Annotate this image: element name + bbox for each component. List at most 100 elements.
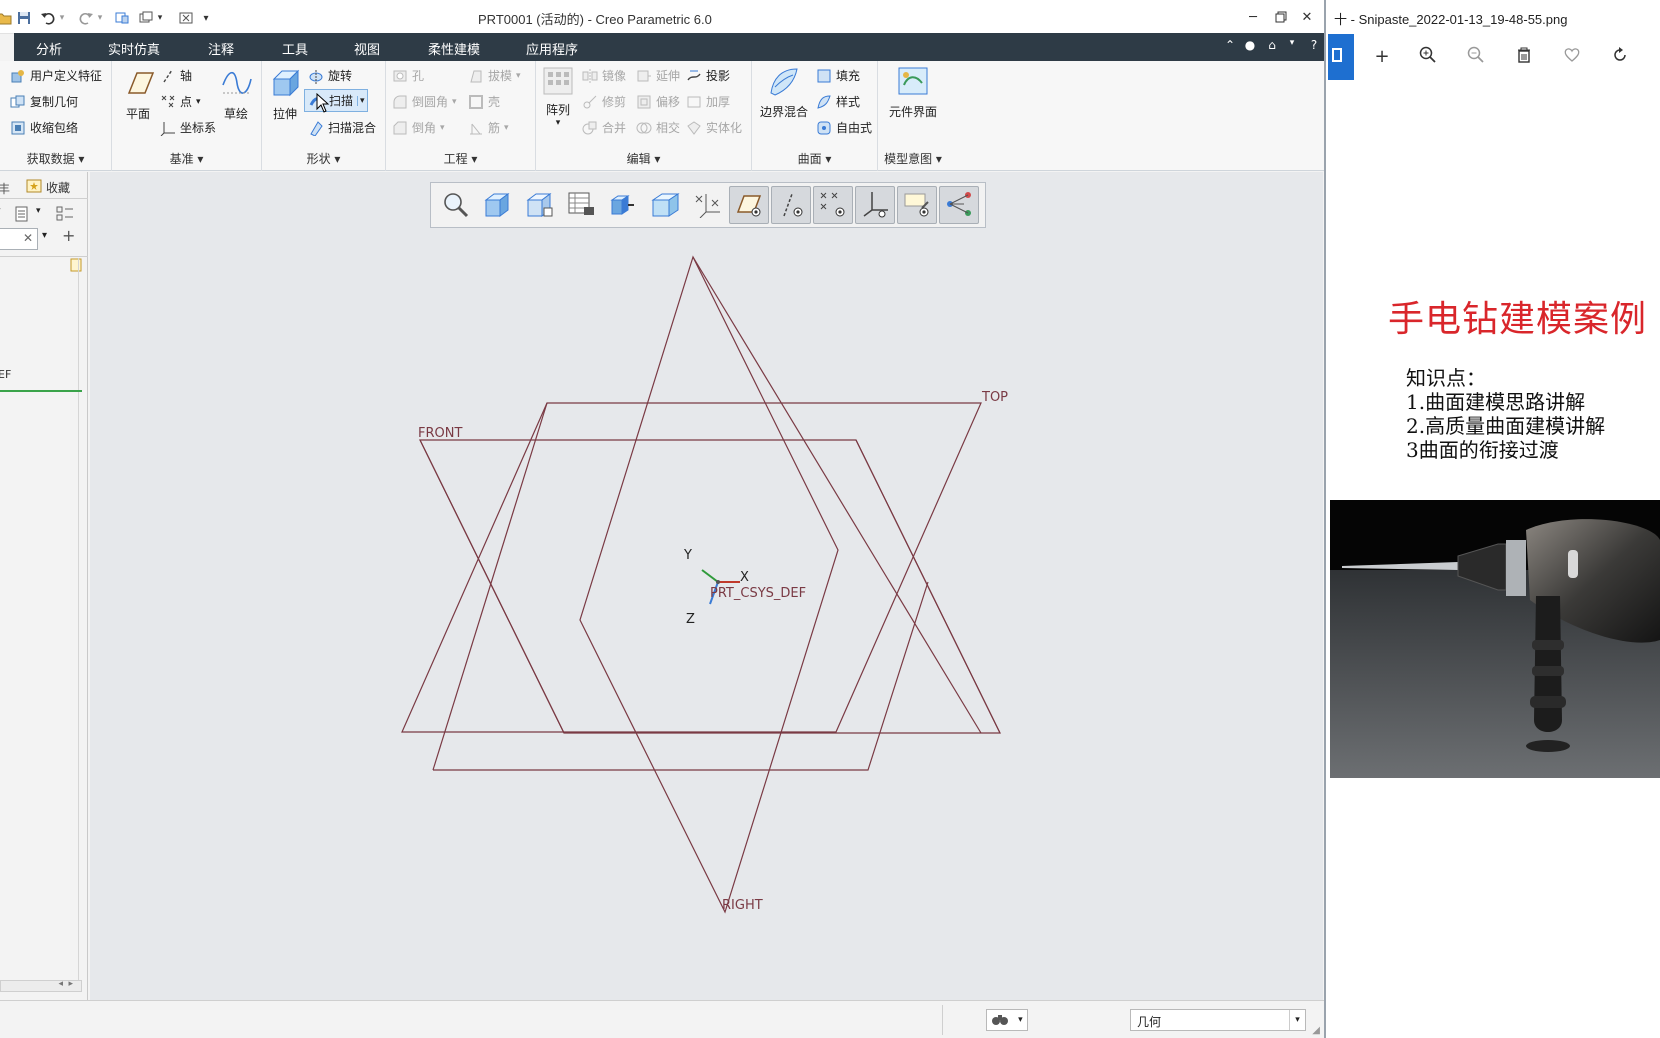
- refit-button[interactable]: [435, 186, 475, 224]
- scroll-right-icon[interactable]: ▸: [68, 979, 73, 989]
- plane-button[interactable]: 平面: [116, 67, 160, 122]
- annotation-display-button[interactable]: [687, 186, 727, 224]
- group-label-editing[interactable]: 编辑 ▾: [536, 150, 751, 167]
- boundary-blend-button[interactable]: 边界混合: [756, 65, 812, 120]
- rib-dropdown-icon[interactable]: ▾: [504, 123, 509, 133]
- open-icon[interactable]: [0, 8, 14, 28]
- rotate-icon[interactable]: [1608, 46, 1632, 69]
- regenerate-icon[interactable]: [112, 8, 132, 28]
- resize-grip-icon[interactable]: ◢: [1312, 1025, 1320, 1036]
- close-button[interactable]: ✕: [1296, 6, 1318, 28]
- learning-dropdown-icon[interactable]: ▾: [1284, 38, 1300, 48]
- orientation-button[interactable]: [603, 186, 643, 224]
- swept-blend-button[interactable]: 扫描混合: [308, 119, 376, 137]
- learning-icon[interactable]: ⌂: [1264, 38, 1280, 52]
- chamfer-dropdown-icon[interactable]: ▾: [440, 123, 445, 133]
- group-label-shapes[interactable]: 形状 ▾: [262, 150, 385, 167]
- fill-button[interactable]: 填充: [816, 67, 860, 84]
- freestyle-button[interactable]: 自由式: [816, 119, 872, 136]
- help-icon[interactable]: ?: [1306, 38, 1322, 52]
- user-defined-feature-button[interactable]: 用户定义特征: [10, 67, 102, 84]
- find-button[interactable]: ▾: [986, 1009, 1028, 1031]
- saved-views-button[interactable]: [477, 186, 517, 224]
- style-button[interactable]: 样式: [816, 93, 860, 110]
- draft-dropdown-icon[interactable]: ▾: [516, 71, 521, 81]
- tab-model-tree[interactable]: 丰: [0, 180, 10, 197]
- extrude-button[interactable]: 拉伸: [266, 67, 304, 122]
- favorite-icon[interactable]: [1560, 46, 1584, 69]
- customize-qat-icon[interactable]: ▾: [200, 8, 212, 28]
- view-manager-button[interactable]: [561, 186, 601, 224]
- viewer-sidebar-tab[interactable]: [1328, 34, 1354, 80]
- insert-indicator[interactable]: [0, 390, 82, 392]
- notification-icon[interactable]: ●: [1242, 38, 1258, 52]
- group-label-datum[interactable]: 基准 ▾: [112, 150, 261, 167]
- extend-button[interactable]: 延伸: [636, 67, 680, 84]
- group-label-surfaces[interactable]: 曲面 ▾: [752, 150, 877, 167]
- menu-flexible-modeling[interactable]: 柔性建模: [428, 39, 480, 58]
- horizontal-scrollbar[interactable]: ◂ ▸: [0, 979, 82, 992]
- delete-icon[interactable]: [1512, 46, 1536, 69]
- save-icon[interactable]: [14, 8, 34, 28]
- axis-display-button[interactable]: [771, 186, 811, 224]
- search-dropdown-icon[interactable]: ▾: [42, 230, 47, 241]
- menu-analysis[interactable]: 分析: [36, 39, 62, 58]
- selection-filter-select[interactable]: 几何 ▾: [1130, 1009, 1306, 1031]
- project-button[interactable]: 投影: [686, 67, 730, 84]
- solidify-button[interactable]: 实体化: [686, 119, 742, 136]
- thicken-button[interactable]: 加厚: [686, 93, 730, 110]
- undo-icon[interactable]: [38, 8, 58, 28]
- csys-label[interactable]: PRT_CSYS_DEF: [710, 586, 806, 601]
- csys-display-button[interactable]: [855, 186, 895, 224]
- copy-geometry-button[interactable]: 复制几何: [10, 93, 78, 110]
- settings-dropdown-icon[interactable]: ▾: [0, 206, 1, 216]
- rib-button[interactable]: 筋 ▾: [468, 119, 509, 136]
- clear-search-icon[interactable]: ✕: [23, 231, 33, 245]
- chamfer-button[interactable]: 倒角 ▾: [392, 119, 445, 136]
- zoom-in-icon[interactable]: [1416, 46, 1440, 69]
- tree-search-input[interactable]: ✕: [0, 228, 38, 250]
- right-plane[interactable]: [579, 255, 839, 914]
- csys-button[interactable]: 坐标系: [160, 119, 216, 136]
- round-button[interactable]: 倒圆角 ▾: [392, 93, 457, 110]
- redo-icon[interactable]: [76, 8, 96, 28]
- front-plane-label[interactable]: FRONT: [418, 426, 462, 441]
- hole-button[interactable]: 孔: [392, 67, 424, 84]
- sweep-button[interactable]: 扫描 ▾: [304, 89, 368, 112]
- pattern-button[interactable]: 阵列 ▾: [540, 65, 576, 128]
- point-display-button[interactable]: [813, 186, 853, 224]
- top-plane[interactable]: [401, 402, 982, 733]
- revolve-button[interactable]: 旋转: [308, 67, 352, 84]
- zoom-out-icon[interactable]: [1464, 46, 1488, 69]
- scroll-left-icon[interactable]: ◂: [58, 979, 63, 989]
- group-label-engineering[interactable]: 工程 ▾: [386, 150, 535, 167]
- plane-display-button[interactable]: [729, 186, 769, 224]
- tree-filter-icon[interactable]: [56, 206, 74, 225]
- tree-item-csys[interactable]: EF: [0, 368, 11, 381]
- tree-column-icon[interactable]: [70, 258, 82, 275]
- sweep-dropdown-icon[interactable]: ▾: [357, 95, 365, 106]
- windows-dropdown-icon[interactable]: ▾: [154, 8, 166, 28]
- tree-settings-icon[interactable]: [14, 206, 30, 225]
- add-icon[interactable]: +: [1370, 46, 1394, 67]
- pattern-dropdown-icon[interactable]: ▾: [540, 118, 576, 128]
- display-style-button[interactable]: [519, 186, 559, 224]
- menu-simulation[interactable]: 实时仿真: [108, 39, 160, 58]
- tab-favorites[interactable]: 收藏: [26, 178, 70, 197]
- windows-icon[interactable]: [136, 8, 156, 28]
- tree-settings-dropdown-icon[interactable]: ▾: [36, 206, 41, 216]
- round-dropdown-icon[interactable]: ▾: [452, 97, 457, 107]
- merge-button[interactable]: 合并: [582, 119, 626, 136]
- mirror-button[interactable]: 镜像: [582, 67, 626, 84]
- undo-dropdown-icon[interactable]: ▾: [56, 8, 68, 28]
- right-plane-label[interactable]: RIGHT: [722, 898, 763, 913]
- minimize-button[interactable]: ─: [1242, 6, 1264, 28]
- menu-tools[interactable]: 工具: [282, 39, 308, 58]
- maximize-button[interactable]: [1270, 6, 1292, 28]
- model-display-button[interactable]: [939, 186, 979, 224]
- shrinkwrap-button[interactable]: 收缩包络: [10, 119, 78, 136]
- point-button[interactable]: 点 ▾: [160, 93, 201, 110]
- draft-button[interactable]: 拔模 ▾: [468, 67, 521, 84]
- shell-button[interactable]: 壳: [468, 93, 500, 110]
- menu-applications[interactable]: 应用程序: [526, 39, 578, 58]
